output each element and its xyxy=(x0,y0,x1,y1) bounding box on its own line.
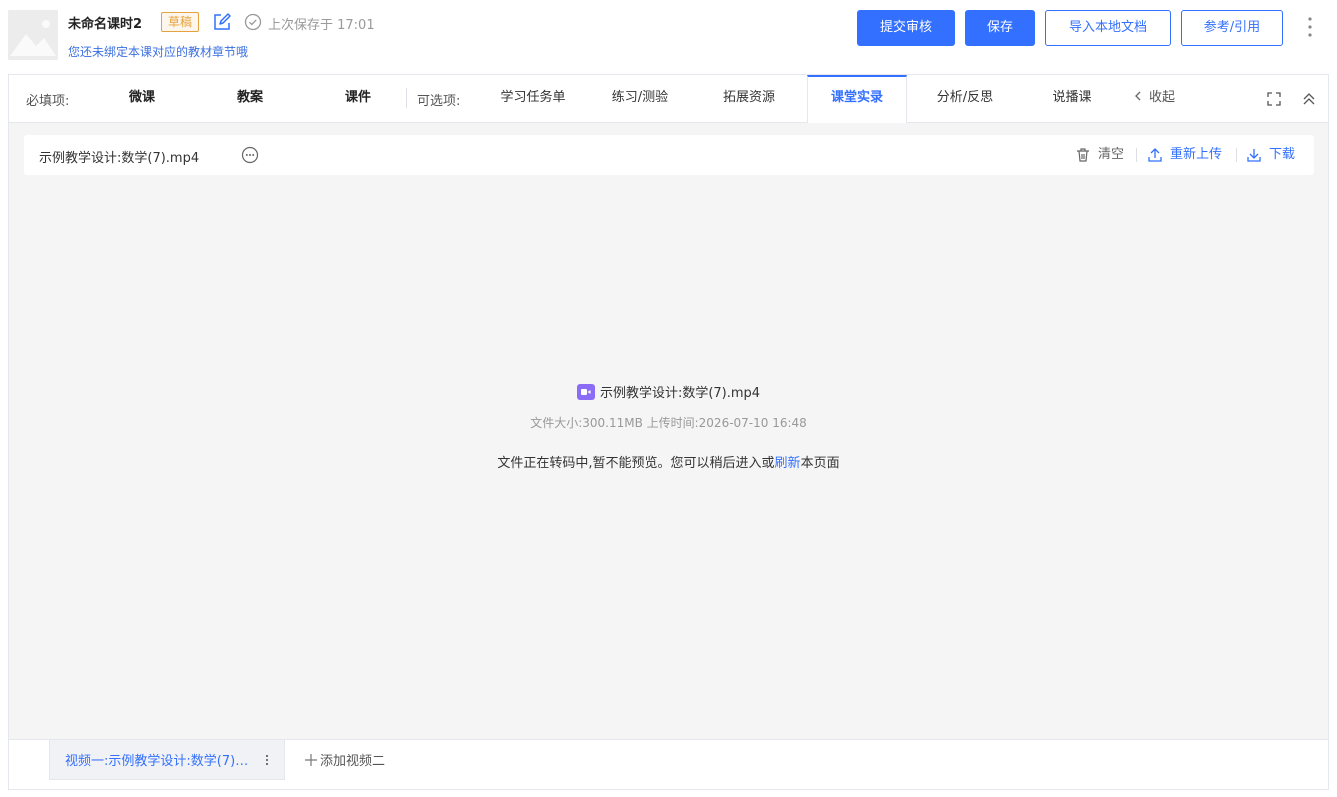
more-circle-icon[interactable] xyxy=(241,146,259,164)
import-document-button[interactable]: 导入本地文档 xyxy=(1045,10,1171,46)
tab-extended-resources[interactable]: 拓展资源 xyxy=(709,75,789,122)
tip-text-end: 本页面 xyxy=(800,456,840,471)
chevron-double-up-icon[interactable] xyxy=(1301,91,1317,107)
save-time: 上次保存于 17:01 xyxy=(268,18,375,33)
preview-file-name: 示例教学设计:数学(7).mp4 xyxy=(9,382,1328,401)
chevron-left-icon xyxy=(1135,91,1141,101)
submit-review-button[interactable]: 提交审核 xyxy=(857,10,955,46)
video-tab-1[interactable]: 视频一:示例教学设计:数学(7).mp4 xyxy=(49,740,285,780)
video-file-icon xyxy=(576,384,595,400)
tab-task-sheet[interactable]: 学习任务单 xyxy=(487,75,579,122)
transcoding-tip: 文件正在转码中,暂不能预览。您可以稍后进入或刷新本页面 xyxy=(9,452,1328,471)
tab-bar: 必填项: 微课 教案 课件 可选项: 学习任务单 练习/测验 拓展资源 课堂实录… xyxy=(9,75,1328,123)
clear-button[interactable]: 清空 xyxy=(1075,145,1131,165)
collapse-tabs-link[interactable]: 收起 xyxy=(1133,75,1175,122)
tab-exercise[interactable]: 练习/测验 xyxy=(599,75,681,122)
video-tabs-bar: 视频一:示例教学设计:数学(7).mp4 添加视频二 xyxy=(9,739,1328,789)
plus-icon xyxy=(305,754,317,766)
tab-lecture[interactable]: 说播课 xyxy=(1039,75,1105,122)
collapse-label: 收起 xyxy=(1149,90,1176,105)
trash-icon xyxy=(1077,148,1089,162)
download-label: 下载 xyxy=(1269,147,1296,162)
tab-lesson-plan[interactable]: 教案 xyxy=(212,75,288,122)
required-label: 必填项: xyxy=(26,94,70,109)
preview-file-name-text: 示例教学设计:数学(7).mp4 xyxy=(599,386,761,401)
tab-microlesson[interactable]: 微课 xyxy=(104,75,180,122)
tab-classroom-record[interactable]: 课堂实录 xyxy=(807,75,907,123)
action-divider xyxy=(1236,148,1237,162)
download-icon xyxy=(1247,149,1261,162)
fullscreen-icon[interactable] xyxy=(1266,91,1282,107)
preview-file-meta: 文件大小:300.11MB 上传时间:2026-07-10 16:48 xyxy=(530,416,807,430)
check-circle-icon xyxy=(244,13,262,31)
tab-analysis[interactable]: 分析/反思 xyxy=(925,75,1005,122)
save-button[interactable]: 保存 xyxy=(965,10,1035,46)
upload-icon xyxy=(1148,148,1162,162)
action-divider xyxy=(1136,148,1137,162)
image-placeholder-icon xyxy=(8,10,58,60)
video-tab-label: 视频一:示例教学设计:数学(7).mp4 xyxy=(65,754,250,769)
page-header: 未命名课时2 草稿 上次保存于 17:01 您还未绑定本课对应的教材章节哦 提交… xyxy=(0,0,1337,72)
status-badge: 草稿 xyxy=(161,12,200,32)
file-name: 示例教学设计:数学(7).mp4 xyxy=(39,151,200,166)
download-button[interactable]: 下载 xyxy=(1246,145,1302,165)
optional-label: 可选项: xyxy=(417,94,461,109)
add-video-button[interactable]: 添加视频二 xyxy=(305,750,385,769)
add-video-label: 添加视频二 xyxy=(320,754,386,769)
refresh-link[interactable]: 刷新 xyxy=(775,456,801,471)
more-vertical-icon[interactable] xyxy=(262,752,272,768)
tab-courseware[interactable]: 课件 xyxy=(320,75,396,122)
more-vertical-icon[interactable] xyxy=(1302,14,1318,40)
reupload-label: 重新上传 xyxy=(1170,147,1223,162)
reference-button[interactable]: 参考/引用 xyxy=(1181,10,1283,46)
tip-text: 文件正在转码中,暂不能预览。您可以稍后进入或 xyxy=(497,456,775,471)
content-panel: 必填项: 微课 教案 课件 可选项: 学习任务单 练习/测验 拓展资源 课堂实录… xyxy=(8,74,1329,790)
lesson-title: 未命名课时2 xyxy=(68,17,143,32)
bind-textbook-link[interactable]: 您还未绑定本课对应的教材章节哦 xyxy=(68,43,248,60)
file-toolbar: 示例教学设计:数学(7).mp4 清空 重新上传 下载 xyxy=(24,135,1314,175)
lesson-thumbnail xyxy=(8,10,58,60)
edit-icon[interactable] xyxy=(212,12,232,32)
clear-label: 清空 xyxy=(1098,147,1125,162)
reupload-button[interactable]: 重新上传 xyxy=(1147,145,1231,165)
tab-divider xyxy=(406,88,407,108)
